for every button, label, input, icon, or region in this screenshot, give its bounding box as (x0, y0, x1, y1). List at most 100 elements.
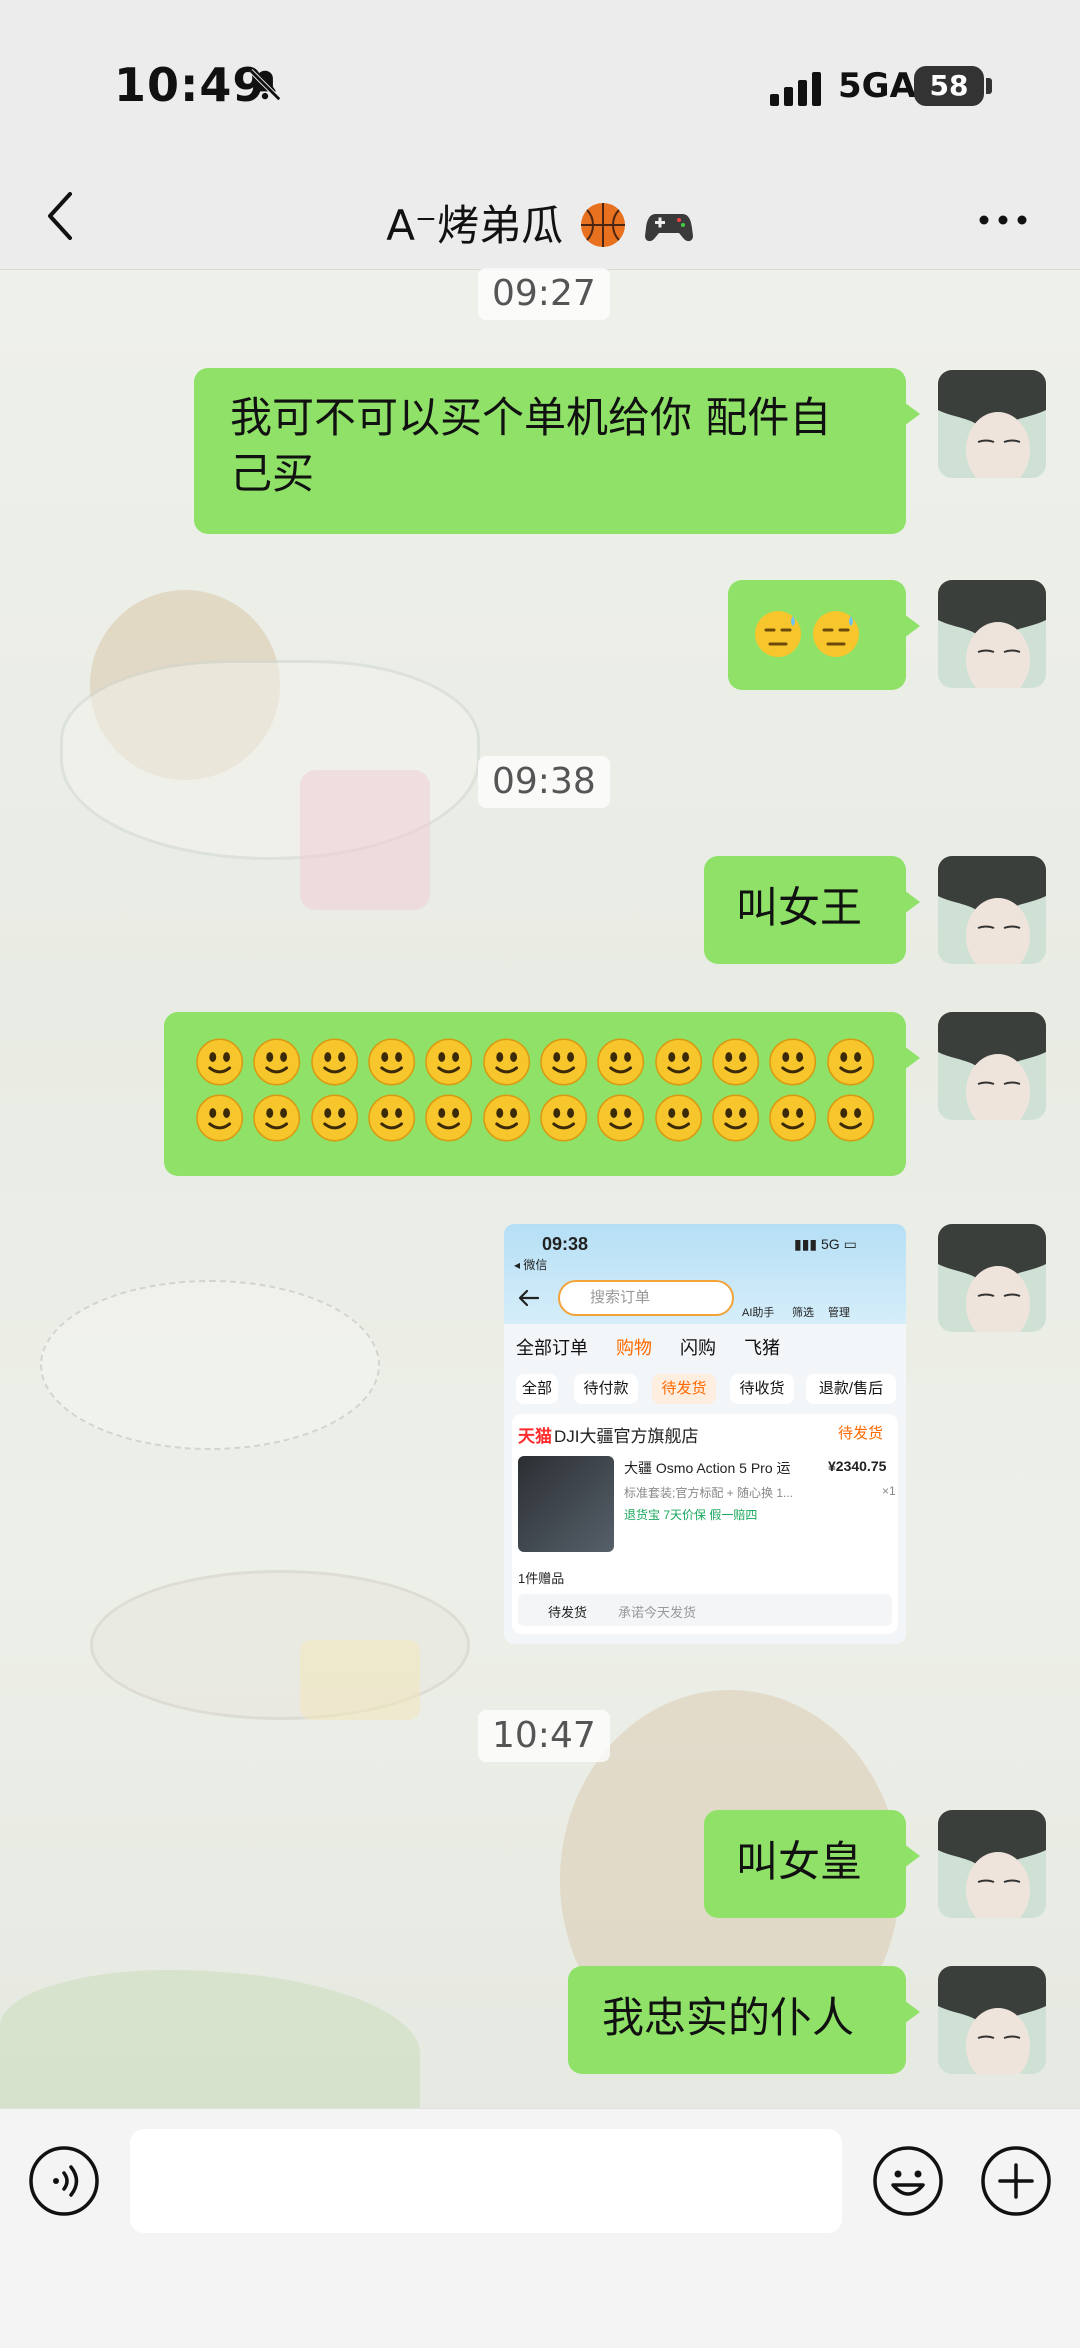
shot-order-status: 待发货 (838, 1425, 884, 1442)
battery-cap (986, 78, 992, 94)
smile-face-icon (368, 1094, 416, 1142)
shot-tabs: 全部订单 购物 闪购 飞猪 (516, 1334, 780, 1360)
shot-store-brand: 天猫 (518, 1427, 552, 1446)
avatar[interactable] (938, 580, 1046, 688)
smile-face-icon (654, 1038, 702, 1086)
message-text: 叫女皇 (736, 1837, 863, 1886)
shot-chip: 待付款 (574, 1374, 638, 1404)
smile-face-icon (826, 1094, 874, 1142)
shot-tab: 飞猪 (744, 1338, 780, 1358)
avatar[interactable] (938, 1012, 1046, 1120)
smile-face-icon (196, 1038, 244, 1086)
smile-face-icon (540, 1094, 588, 1142)
smile-face-icon (826, 1038, 874, 1086)
shot-back-app: ◂ 微信 (514, 1258, 548, 1272)
smile-face-icon (310, 1094, 358, 1142)
avatar[interactable] (938, 1224, 1046, 1332)
chat-header: A⁻烤弟瓜 (0, 170, 1080, 270)
sweat-face-icon (755, 611, 801, 657)
smile-face-icon (654, 1094, 702, 1142)
shot-footer-note: 承诺今天发货 (618, 1605, 697, 1620)
smile-face-icon (482, 1038, 530, 1086)
message-bubble-emoji[interactable] (728, 580, 920, 690)
shot-spec: 标准套装;官方标配 + 随心换 1... (624, 1486, 794, 1500)
emoji-row (752, 608, 882, 660)
status-bar: 10:49 5GA 58 (0, 0, 1080, 170)
smile-face-icon (425, 1038, 473, 1086)
shot-tab: 购物 (616, 1338, 652, 1358)
shot-qty: ×1 (882, 1484, 896, 1498)
shot-order-card: 天猫 DJI大疆官方旗舰店 待发货 大疆 Osmo Action 5 Pro 运… (512, 1414, 898, 1634)
smile-face-icon (769, 1094, 817, 1142)
smile-face-icon (482, 1094, 530, 1142)
image-message[interactable]: 09:38 ◂ 微信 ▮▮▮ 5G ▭ 搜索订单 AI助手 筛选 管理 全部订单… (504, 1224, 906, 1644)
emoji-row (194, 1036, 876, 1088)
wallpaper-cake (300, 1640, 420, 1720)
message-bubble[interactable]: 叫女皇 (704, 1810, 920, 1918)
message-bubble[interactable]: 叫女王 (704, 856, 920, 964)
shot-gift: 1件赠品 (518, 1571, 565, 1586)
shot-tab: 全部订单 (516, 1338, 588, 1358)
chat-title: A⁻烤弟瓜 (0, 192, 1080, 253)
shot-product-image (518, 1456, 614, 1552)
more-icon[interactable] (976, 200, 1030, 240)
network-label: 5GA (838, 66, 916, 106)
gamepad-icon (644, 214, 693, 242)
message-input[interactable] (130, 2129, 842, 2233)
input-bar (0, 2108, 1080, 2348)
shot-chip: 退款/售后 (806, 1374, 896, 1404)
shot-time: 09:38 (542, 1234, 589, 1254)
shot-chip: 待发货 (652, 1374, 716, 1404)
wallpaper-grass (0, 1970, 420, 2108)
shot-price: ¥2340.75 (828, 1458, 887, 1474)
smile-face-icon (253, 1094, 301, 1142)
shot-tool: 管理 (828, 1307, 850, 1319)
message-text: 我忠实的仆人 (602, 1993, 855, 2042)
shot-tags: 退货宝 7天价保 假一赔四 (624, 1508, 758, 1522)
chat-wallpaper (0, 270, 1080, 2108)
shot-tab: 闪购 (680, 1338, 716, 1358)
avatar[interactable] (938, 1810, 1046, 1918)
shot-back-icon (518, 1289, 540, 1307)
timestamp-3: 10:47 (478, 1710, 610, 1762)
smile-face-icon (310, 1038, 358, 1086)
basketball-icon (581, 203, 626, 247)
shot-header: 09:38 ◂ 微信 ▮▮▮ 5G ▭ 搜索订单 AI助手 筛选 管理 (504, 1224, 906, 1324)
smile-face-icon (597, 1094, 645, 1142)
smile-face-icon (769, 1038, 817, 1086)
smile-face-icon (368, 1038, 416, 1086)
message-text: 我可不可以买个单机给你 配件自己买 (230, 393, 832, 498)
plus-icon[interactable] (980, 2145, 1052, 2217)
status-time: 10:49 (114, 58, 266, 112)
smile-face-icon (712, 1038, 760, 1086)
wallpaper-towel (300, 770, 430, 910)
timestamp-2: 09:38 (478, 756, 610, 808)
chat-title-text: A⁻烤弟瓜 (386, 201, 564, 250)
shot-search: 搜索订单 (558, 1280, 734, 1316)
shot-tool: AI助手 (742, 1307, 775, 1319)
message-bubble[interactable]: 我忠实的仆人 (568, 1966, 920, 2074)
shot-chip: 全部 (516, 1374, 558, 1404)
shot-footer: 待发货 承诺今天发货 (518, 1594, 892, 1626)
smile-face-icon (597, 1038, 645, 1086)
smile-face-icon (253, 1038, 301, 1086)
message-bubble-emoji[interactable] (164, 1012, 920, 1176)
avatar[interactable] (938, 1966, 1046, 2074)
emoji-icon[interactable] (872, 2145, 944, 2217)
emoji-row (194, 1092, 876, 1144)
signal-icon (770, 72, 821, 106)
smile-face-icon (540, 1038, 588, 1086)
voice-icon[interactable] (28, 2145, 100, 2217)
timestamp-1: 09:27 (478, 268, 610, 320)
bell-muted-icon (249, 69, 281, 101)
wallpaper-puppy (40, 1280, 380, 1450)
shot-chip: 待收货 (730, 1374, 794, 1404)
avatar[interactable] (938, 370, 1046, 478)
smile-face-icon (712, 1094, 760, 1142)
smile-face-icon (425, 1094, 473, 1142)
shot-footer-label: 待发货 (548, 1605, 588, 1620)
shot-status: ▮▮▮ 5G ▭ (794, 1236, 857, 1252)
shot-tool: 筛选 (792, 1307, 814, 1319)
message-bubble[interactable]: 我可不可以买个单机给你 配件自己买 (194, 368, 920, 534)
avatar[interactable] (938, 856, 1046, 964)
